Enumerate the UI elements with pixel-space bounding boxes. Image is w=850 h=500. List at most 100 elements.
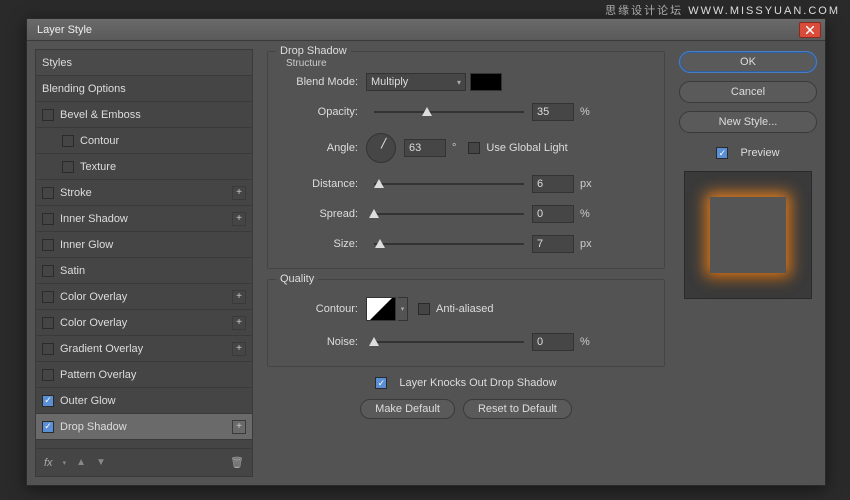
style-checkbox[interactable]: [42, 343, 54, 355]
style-item-color-overlay[interactable]: Color Overlay +: [36, 284, 252, 310]
style-checkbox[interactable]: [42, 265, 54, 277]
reset-default-button[interactable]: Reset to Default: [463, 399, 572, 419]
right-panel: OK Cancel New Style... Preview: [679, 49, 817, 477]
style-item-pattern-overlay[interactable]: Pattern Overlay: [36, 362, 252, 388]
style-item-texture[interactable]: Texture: [36, 154, 252, 180]
style-checkbox[interactable]: [42, 291, 54, 303]
styles-footer: fx ▾ ▲ ▼ 🗑: [35, 449, 253, 477]
add-effect-icon[interactable]: +: [232, 316, 246, 330]
preview-thumbnail: [684, 171, 812, 299]
style-checkbox[interactable]: [42, 395, 54, 407]
cancel-button[interactable]: Cancel: [679, 81, 817, 103]
settings-panel: Drop Shadow Structure Blend Mode: Multip…: [261, 49, 671, 477]
style-item-outer-glow[interactable]: Outer Glow: [36, 388, 252, 414]
ok-button[interactable]: OK: [679, 51, 817, 73]
angle-label: Angle:: [280, 142, 366, 154]
add-effect-icon[interactable]: +: [232, 420, 246, 434]
quality-group: Quality Contour: ▾ Anti-aliased Noise: 0…: [267, 279, 665, 367]
size-input[interactable]: 7: [532, 235, 574, 253]
angle-input[interactable]: 63: [404, 139, 446, 157]
new-style-button[interactable]: New Style...: [679, 111, 817, 133]
style-label: Color Overlay: [60, 317, 127, 329]
move-down-icon[interactable]: ▼: [96, 457, 106, 468]
layer-style-dialog: Layer Style Styles Blending Options Beve…: [26, 18, 826, 486]
style-label: Inner Glow: [60, 239, 113, 251]
add-effect-icon[interactable]: +: [232, 212, 246, 226]
dialog-title: Layer Style: [31, 24, 92, 36]
style-checkbox[interactable]: [62, 135, 74, 147]
opacity-label: Opacity:: [280, 106, 366, 118]
knocks-out-checkbox[interactable]: [375, 377, 387, 389]
noise-input[interactable]: 0: [532, 333, 574, 351]
panel-title: Drop Shadow: [276, 45, 351, 57]
opacity-slider[interactable]: [374, 105, 524, 119]
add-effect-icon[interactable]: +: [232, 290, 246, 304]
chevron-down-icon: ▾: [457, 78, 461, 87]
titlebar[interactable]: Layer Style: [27, 19, 825, 41]
style-label: Texture: [80, 161, 116, 173]
contour-label: Contour:: [280, 303, 366, 315]
size-slider[interactable]: [374, 237, 524, 251]
blending-options[interactable]: Blending Options: [36, 76, 252, 102]
style-item-stroke[interactable]: Stroke +: [36, 180, 252, 206]
close-button[interactable]: [799, 22, 821, 38]
style-checkbox[interactable]: [42, 239, 54, 251]
style-label: Outer Glow: [60, 395, 116, 407]
opacity-input[interactable]: 35: [532, 103, 574, 121]
style-label: Gradient Overlay: [60, 343, 143, 355]
blend-mode-select[interactable]: Multiply▾: [366, 73, 466, 91]
distance-input[interactable]: 6: [532, 175, 574, 193]
preview-checkbox[interactable]: [716, 147, 728, 159]
style-checkbox[interactable]: [42, 317, 54, 329]
style-label: Stroke: [60, 187, 92, 199]
noise-slider[interactable]: [374, 335, 524, 349]
fx-dropdown-icon[interactable]: ▾: [63, 459, 67, 467]
angle-dial[interactable]: [366, 133, 396, 163]
style-item-contour[interactable]: Contour: [36, 128, 252, 154]
shadow-color-swatch[interactable]: [470, 73, 502, 91]
style-checkbox[interactable]: [42, 109, 54, 121]
size-label: Size:: [280, 238, 366, 250]
style-label: Inner Shadow: [60, 213, 128, 225]
style-label: Drop Shadow: [60, 421, 127, 433]
trash-icon[interactable]: 🗑: [230, 456, 244, 469]
style-label: Contour: [80, 135, 119, 147]
spread-slider[interactable]: [374, 207, 524, 221]
styles-header[interactable]: Styles: [36, 50, 252, 76]
use-global-light-checkbox[interactable]: [468, 142, 480, 154]
style-label: Color Overlay: [60, 291, 127, 303]
make-default-button[interactable]: Make Default: [360, 399, 455, 419]
watermark: 思缘设计论坛 WWW.MISSYUAN.COM: [605, 2, 840, 18]
spread-input[interactable]: 0: [532, 205, 574, 223]
knocks-out-label: Layer Knocks Out Drop Shadow: [399, 377, 556, 389]
contour-picker[interactable]: [366, 297, 396, 321]
style-label: Pattern Overlay: [60, 369, 136, 381]
fx-icon[interactable]: fx: [44, 457, 53, 469]
style-checkbox[interactable]: [62, 161, 74, 173]
style-item-bevel-emboss[interactable]: Bevel & Emboss: [36, 102, 252, 128]
quality-label: Quality: [276, 273, 318, 285]
style-item-satin[interactable]: Satin: [36, 258, 252, 284]
structure-label: Structure: [286, 58, 327, 69]
add-effect-icon[interactable]: +: [232, 342, 246, 356]
styles-sidebar: Styles Blending Options Bevel & Emboss Co…: [35, 49, 253, 477]
style-item-drop-shadow[interactable]: Drop Shadow +: [36, 414, 252, 440]
add-effect-icon[interactable]: +: [232, 186, 246, 200]
style-checkbox[interactable]: [42, 369, 54, 381]
move-up-icon[interactable]: ▲: [76, 457, 86, 468]
structure-group: Drop Shadow Structure Blend Mode: Multip…: [267, 51, 665, 269]
style-label: Satin: [60, 265, 85, 277]
style-item-gradient-overlay[interactable]: Gradient Overlay +: [36, 336, 252, 362]
style-item-color-overlay[interactable]: Color Overlay +: [36, 310, 252, 336]
contour-dropdown[interactable]: ▾: [398, 297, 408, 321]
style-item-inner-glow[interactable]: Inner Glow: [36, 232, 252, 258]
style-checkbox[interactable]: [42, 213, 54, 225]
style-checkbox[interactable]: [42, 187, 54, 199]
anti-aliased-label: Anti-aliased: [436, 303, 493, 315]
anti-aliased-checkbox[interactable]: [418, 303, 430, 315]
style-checkbox[interactable]: [42, 421, 54, 433]
style-label: Bevel & Emboss: [60, 109, 141, 121]
distance-slider[interactable]: [374, 177, 524, 191]
blend-mode-label: Blend Mode:: [280, 76, 366, 88]
style-item-inner-shadow[interactable]: Inner Shadow +: [36, 206, 252, 232]
